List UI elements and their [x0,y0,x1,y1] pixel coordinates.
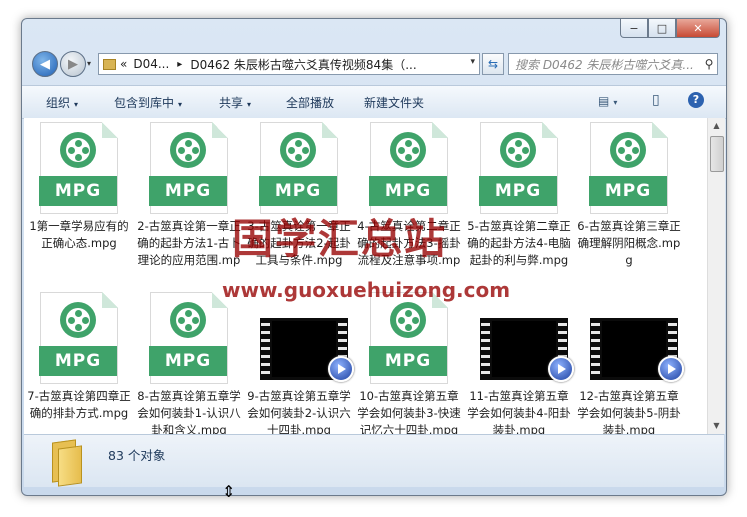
file-item[interactable]: MPG 1第一章学易应有的正确心态.mpg [27,122,131,269]
mpg-file-icon: MPG [589,122,668,214]
file-type-label: MPG [149,176,227,206]
file-name: 1第一章学易应有的正确心态.mpg [29,219,129,250]
chevron-down-icon: ▾ [178,100,183,109]
preview-pane-button[interactable]: ▯ [652,92,660,108]
file-type-label: MPG [259,176,337,206]
magnifier-icon[interactable]: ⚲ [701,57,717,71]
file-type-label: MPG [479,176,557,206]
file-name: 12-古筮真诠第五章学会如何装卦5-阴卦装卦.mpg [577,389,681,434]
file-item[interactable]: MPG 8-古筮真诠第五章学会如何装卦1-认识八卦和含义.mpg [137,292,241,434]
close-button[interactable]: ✕ [676,19,720,38]
back-button[interactable]: ◀ [32,51,58,77]
file-name: 8-古筮真诠第五章学会如何装卦1-认识八卦和含义.mpg [137,389,241,434]
file-name: 9-古筮真诠第五章学会如何装卦2-认识六十四卦.mpg [247,389,351,434]
chevron-down-icon: ▾ [247,100,252,109]
file-item[interactable]: 9-古筮真诠第五章学会如何装卦2-认识六十四卦.mpg [247,292,354,434]
help-button[interactable]: ? [688,92,704,108]
scroll-thumb[interactable] [710,136,724,172]
search-input[interactable]: 搜索 D0462 朱辰彬古噬六爻真... [509,56,701,73]
address-prefix[interactable]: « [120,57,127,71]
file-item[interactable]: MPG 7-古筮真诠第四章正确的排卦方式.mpg [27,292,131,434]
refresh-button[interactable]: ⇆ [482,53,504,75]
file-name: 6-古筮真诠第三章正确理解阴阳概念.mpg [577,219,681,267]
mpg-file-icon: MPG [479,122,558,214]
view-options-button[interactable]: ▤ ▾ [598,94,617,108]
media-player-badge-icon [658,356,684,382]
forward-button[interactable]: ▶ [60,51,86,77]
details-pane: 83 个对象 [24,434,724,487]
address-bar[interactable]: « D04... ▸ D0462 朱辰彬古噬六爻真传视频84集（... ▾ [98,53,480,75]
mpg-file-icon: MPG [369,122,448,214]
recent-pages-dropdown[interactable]: ▾ [87,59,91,68]
item-count: 83 个对象 [108,448,166,463]
video-thumbnail-icon [480,292,574,384]
breadcrumb-separator[interactable]: ▸ [177,59,182,70]
file-name: 10-古筮真诠第五章学会如何装卦3-快速记忆六十四卦.mpg [357,389,461,434]
include-library-label: 包含到库中 [114,96,175,110]
address-dropdown[interactable]: ▾ [470,57,475,67]
play-all-button[interactable]: 全部播放 [286,94,334,111]
search-box[interactable]: 搜索 D0462 朱辰彬古噬六爻真... ⚲ [508,53,718,75]
file-name: 5-古筮真诠第二章正确的起卦方法4-电脑起卦的利与弊.mpg [467,219,571,267]
video-thumbnail-icon [590,292,684,384]
navigation-bar: ◀ ▶ ▾ « D04... ▸ D0462 朱辰彬古噬六爻真传视频84集（..… [22,47,726,81]
organize-label: 组织 [46,96,71,110]
watermark-url: www.guoxuehuizong.com [222,278,511,302]
folder-icon [103,58,116,70]
file-type-label: MPG [369,346,447,376]
organize-menu[interactable]: 组织 ▾ [46,94,78,111]
breadcrumb-item[interactable]: D04... [133,57,169,71]
new-folder-button[interactable]: 新建文件夹 [364,94,424,111]
video-thumbnail-icon [260,292,354,384]
file-type-label: MPG [39,176,117,206]
file-type-label: MPG [369,176,447,206]
file-type-label: MPG [589,176,667,206]
breadcrumb-current[interactable]: D0462 朱辰彬古噬六爻真传视频84集（... [190,56,416,73]
file-name: 11-古筮真诠第五章学会如何装卦4-阳卦装卦.mpg [467,389,571,434]
mpg-file-icon: MPG [259,122,338,214]
file-item[interactable]: 11-古筮真诠第五章学会如何装卦4-阳卦装卦.mpg [467,292,574,434]
maximize-button[interactable]: □ [648,19,676,38]
chevron-down-icon: ▾ [74,100,79,109]
media-player-badge-icon [548,356,574,382]
file-item[interactable]: MPG 10-古筮真诠第五章学会如何装卦3-快速记忆六十四卦.mpg [357,292,461,434]
watermark-text: 国学汇总站 [232,215,447,263]
include-library-menu[interactable]: 包含到库中 ▾ [114,94,182,111]
file-item[interactable]: 12-古筮真诠第五章学会如何装卦5-阴卦装卦.mpg [577,292,684,434]
file-name: 2-古筮真诠第一章正确的起卦方法1-古卜理论的应用范围.mpg [137,219,241,267]
file-item[interactable]: MPG 2-古筮真诠第一章正确的起卦方法1-古卜理论的应用范围.mpg [137,122,241,269]
command-bar: 组织 ▾ 包含到库中 ▾ 共享 ▾ 全部播放 新建文件夹 ▤ ▾ ▯ ? [22,85,726,119]
share-label: 共享 [219,96,244,110]
mpg-file-icon: MPG [149,122,228,214]
mpg-file-icon: MPG [39,292,118,384]
title-bar: − □ ✕ [22,19,726,45]
media-player-badge-icon [328,356,354,382]
resize-cursor-icon: ⇕ [222,482,236,501]
folder-icon [48,439,84,487]
file-name: 7-古筮真诠第四章正确的排卦方式.mpg [27,389,131,420]
chevron-down-icon: ▾ [613,98,618,107]
mpg-file-icon: MPG [149,292,228,384]
scroll-up-arrow[interactable]: ▲ [708,118,725,134]
window-controls: − □ ✕ [620,19,720,38]
file-list[interactable]: MPG 1第一章学易应有的正确心态.mpg MPG 2-古筮真诠第一章正确的起卦方法1… [24,118,707,434]
file-item[interactable]: MPG 6-古筮真诠第三章正确理解阴阳概念.mpg [577,122,681,269]
mpg-file-icon: MPG [369,292,448,384]
file-type-label: MPG [39,346,117,376]
vertical-scrollbar[interactable]: ▲ ▼ [707,118,725,434]
minimize-button[interactable]: − [620,19,648,38]
mpg-file-icon: MPG [39,122,118,214]
share-menu[interactable]: 共享 ▾ [219,94,251,111]
file-item[interactable]: MPG 5-古筮真诠第二章正确的起卦方法4-电脑起卦的利与弊.mpg [467,122,571,269]
file-type-label: MPG [149,346,227,376]
scroll-down-arrow[interactable]: ▼ [708,418,725,434]
view-icon: ▤ [598,94,610,108]
